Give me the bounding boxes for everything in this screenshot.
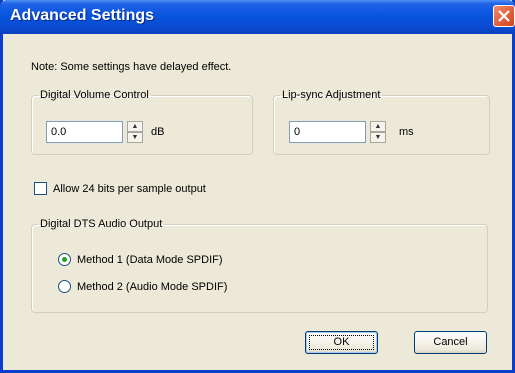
ok-button[interactable]: OK <box>305 331 378 354</box>
focus-ring <box>309 335 374 350</box>
method1-label[interactable]: Method 1 (Data Mode SPDIF) <box>77 254 223 266</box>
close-icon <box>498 10 510 22</box>
close-button[interactable] <box>493 5 515 27</box>
method1-radio[interactable] <box>58 253 71 266</box>
lipsync-spinner[interactable]: ▲ ▼ <box>370 121 386 143</box>
volume-spinner[interactable]: ▲ ▼ <box>127 121 143 143</box>
spin-down-icon[interactable]: ▼ <box>127 132 143 143</box>
title-bar[interactable]: Advanced Settings <box>0 0 515 34</box>
allow-24bit-label[interactable]: Allow 24 bits per sample output <box>53 183 206 195</box>
spin-up-icon[interactable]: ▲ <box>127 121 143 132</box>
advanced-settings-dialog: Advanced Settings Note: Some settings ha… <box>0 0 515 373</box>
spin-down-icon[interactable]: ▼ <box>370 132 386 143</box>
lipsync-unit: ms <box>399 126 414 138</box>
volume-input[interactable] <box>46 121 123 143</box>
volume-unit: dB <box>151 126 165 138</box>
lipsync-input[interactable] <box>289 121 366 143</box>
allow-24bit-checkbox[interactable] <box>34 182 47 195</box>
method2-radio[interactable] <box>58 280 71 293</box>
spin-up-icon[interactable]: ▲ <box>370 121 386 132</box>
note-text: Note: Some settings have delayed effect. <box>31 61 232 73</box>
dialog-title: Advanced Settings <box>10 7 155 24</box>
method2-label[interactable]: Method 2 (Audio Mode SPDIF) <box>77 281 227 293</box>
lipsync-group-label: Lip-sync Adjustment <box>282 89 381 101</box>
dts-group-label: Digital DTS Audio Output <box>40 218 163 230</box>
cancel-button-label: Cancel <box>433 336 468 348</box>
cancel-button[interactable]: Cancel <box>414 331 487 354</box>
volume-group-label: Digital Volume Control <box>40 89 149 101</box>
